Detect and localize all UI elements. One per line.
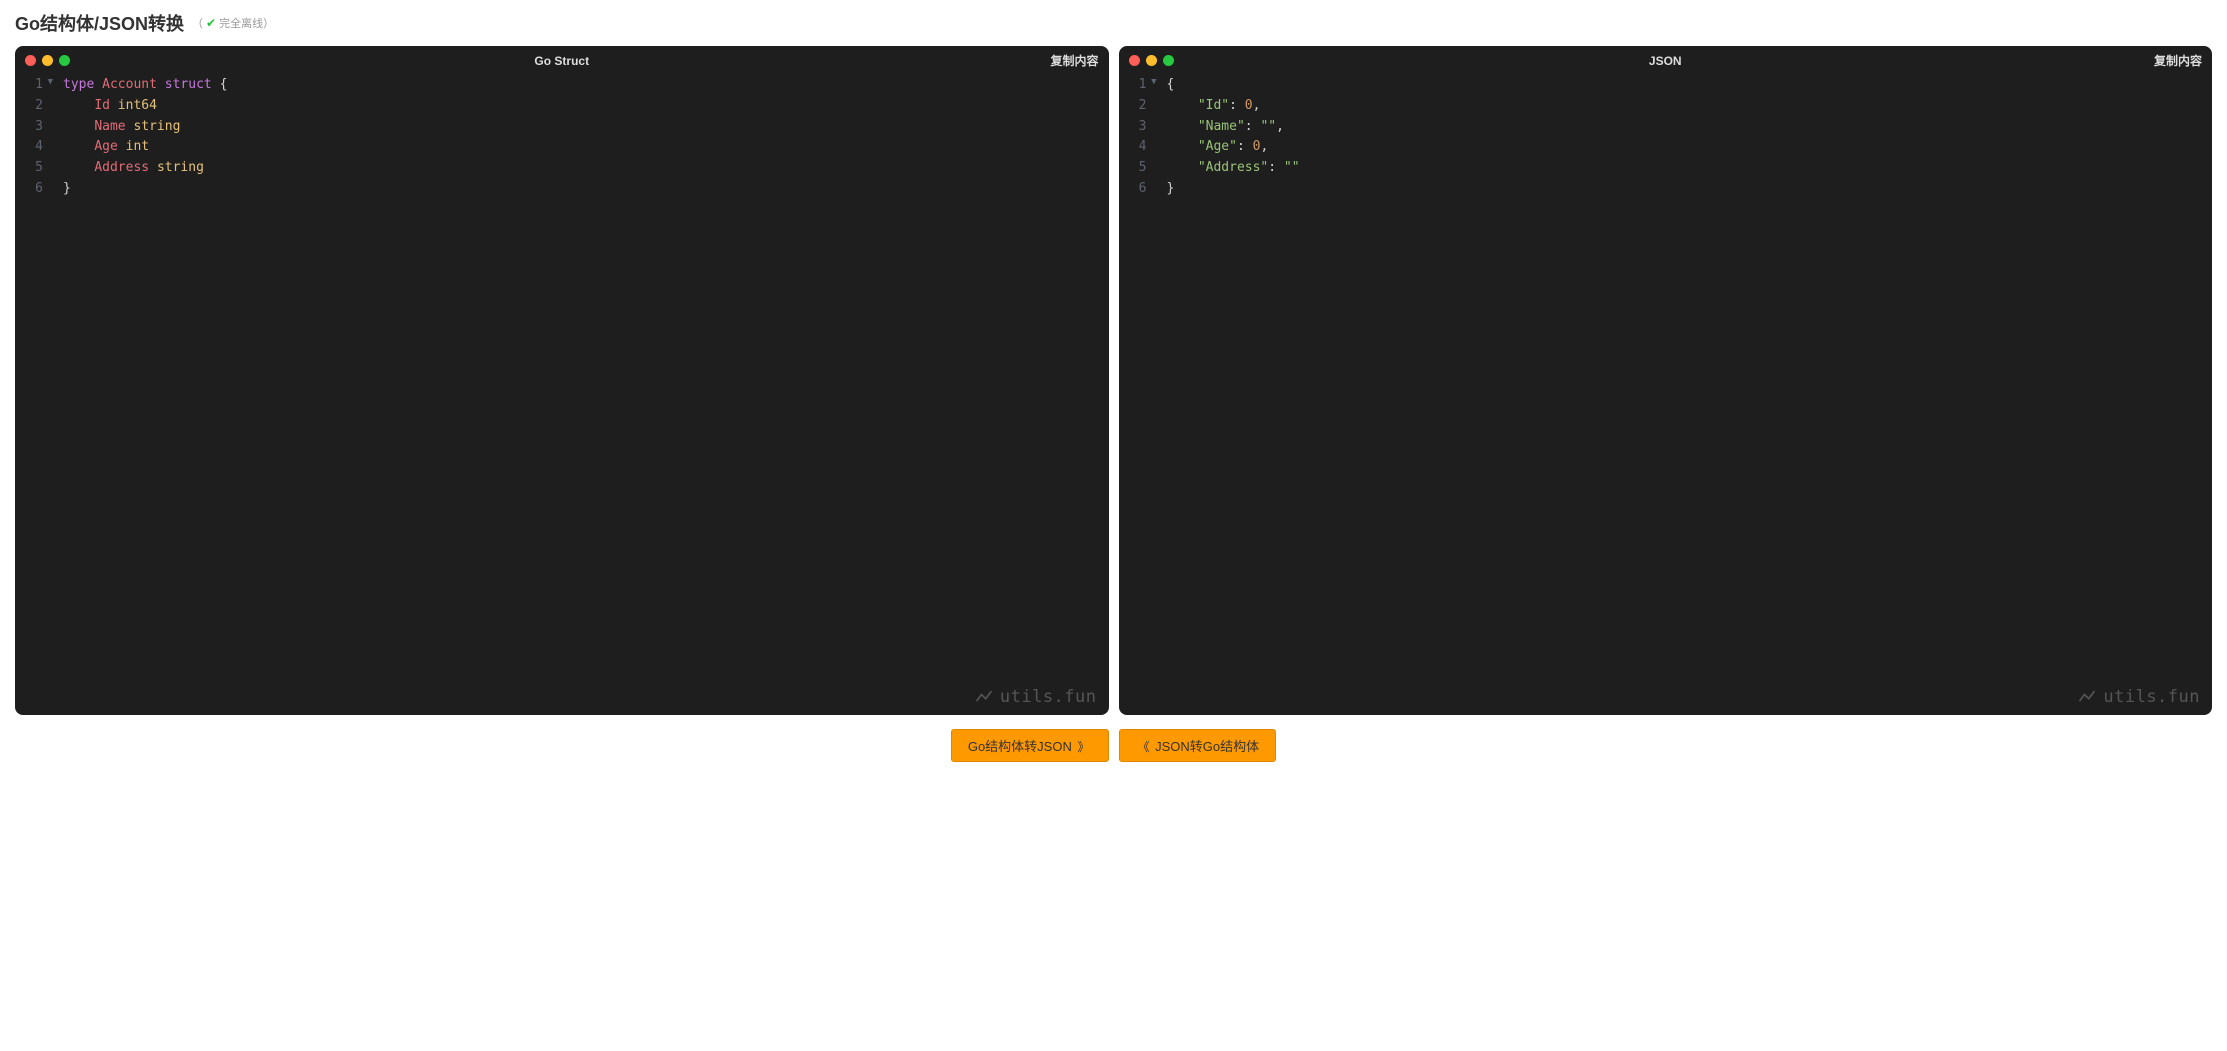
convert-to-json-button[interactable]: Go结构体转JSON 》 xyxy=(951,729,1109,762)
code-line: "Address": "" xyxy=(1167,158,2213,179)
fold-icon[interactable]: ▼ xyxy=(1151,75,1156,89)
code-line: type Account struct { xyxy=(63,75,1109,96)
code-line: Name string xyxy=(63,117,1109,138)
maximize-icon xyxy=(1163,55,1174,66)
line-number: 3 xyxy=(1119,117,1147,138)
fold-icon[interactable]: ▼ xyxy=(48,75,53,89)
line-number: 2 xyxy=(1119,96,1147,117)
watermark-left: utils.fun xyxy=(974,687,1097,707)
traffic-lights xyxy=(25,55,70,66)
code-line: } xyxy=(63,179,1109,200)
code-line: "Age": 0, xyxy=(1167,137,2213,158)
line-number: 4 xyxy=(1119,137,1147,158)
line-number: 6 xyxy=(1119,179,1147,200)
panel-header-right: JSON 复制内容 xyxy=(1119,46,2213,75)
panel-header-left: Go Struct 复制内容 xyxy=(15,46,1109,75)
line-number: 1▼ xyxy=(15,75,43,96)
minimize-icon xyxy=(42,55,53,66)
code-line: "Id": 0, xyxy=(1167,96,2213,117)
page-title: Go结构体/JSON转换 xyxy=(15,10,184,36)
watermark-right: utils.fun xyxy=(2077,687,2200,707)
line-number: 6 xyxy=(15,179,43,200)
offline-badge: （ ✔ 完全离线） xyxy=(192,15,274,31)
line-number: 5 xyxy=(15,158,43,179)
traffic-lights xyxy=(1129,55,1174,66)
code-editor-left[interactable]: 1▼23456 type Account struct { Id int64 N… xyxy=(15,75,1109,715)
editor-panels: Go Struct 复制内容 1▼23456 type Account stru… xyxy=(15,46,2212,715)
code-line: "Name": "", xyxy=(1167,117,2213,138)
chart-icon xyxy=(2077,687,2097,707)
copy-button-right[interactable]: 复制内容 xyxy=(2154,52,2202,69)
line-number: 2 xyxy=(15,96,43,117)
action-bar: Go结构体转JSON 》 《 JSON转Go结构体 xyxy=(15,729,2212,762)
chart-icon xyxy=(974,687,994,707)
json-panel: JSON 复制内容 1▼23456 { "Id": 0, "Name": "",… xyxy=(1119,46,2213,715)
panel-title-right: JSON xyxy=(1649,54,1682,68)
arrow-right-icon: 》 xyxy=(1077,740,1089,754)
line-number: 1▼ xyxy=(1119,75,1147,96)
maximize-icon xyxy=(59,55,70,66)
arrow-left-icon: 《 xyxy=(1138,740,1150,754)
code-line: { xyxy=(1167,75,2213,96)
panel-title-left: Go Struct xyxy=(534,54,589,68)
code-line: Id int64 xyxy=(63,96,1109,117)
page-header: Go结构体/JSON转换 （ ✔ 完全离线） xyxy=(15,10,2212,36)
check-icon: ✔ xyxy=(206,16,216,30)
close-icon xyxy=(25,55,36,66)
line-number: 4 xyxy=(15,137,43,158)
code-line: } xyxy=(1167,179,2213,200)
minimize-icon xyxy=(1146,55,1157,66)
close-icon xyxy=(1129,55,1140,66)
code-line: Address string xyxy=(63,158,1109,179)
copy-button-left[interactable]: 复制内容 xyxy=(1050,52,1098,69)
go-struct-panel: Go Struct 复制内容 1▼23456 type Account stru… xyxy=(15,46,1109,715)
code-line: Age int xyxy=(63,137,1109,158)
line-number: 5 xyxy=(1119,158,1147,179)
code-editor-right[interactable]: 1▼23456 { "Id": 0, "Name": "", "Age": 0,… xyxy=(1119,75,2213,715)
convert-to-struct-button[interactable]: 《 JSON转Go结构体 xyxy=(1119,729,1277,762)
line-number: 3 xyxy=(15,117,43,138)
